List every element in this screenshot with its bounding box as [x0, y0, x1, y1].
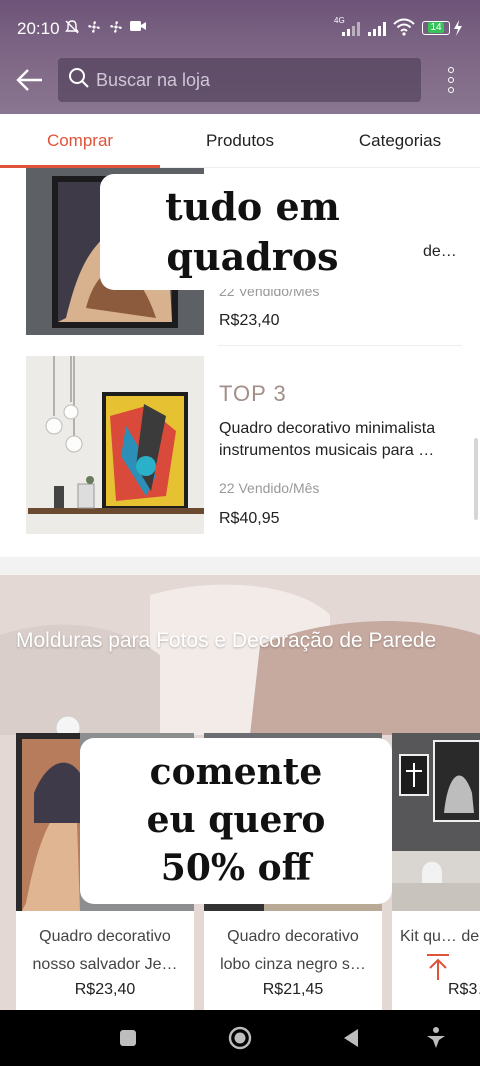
promo-overlay-caption: comente eu quero 50% off — [80, 738, 392, 904]
system-navigation-bar — [0, 1010, 480, 1066]
product-title[interactable]: de… — [423, 241, 457, 263]
battery-level: 14 — [428, 22, 444, 33]
signal-strength-icon — [342, 20, 360, 36]
fan-alt-icon — [108, 19, 124, 39]
scroll-to-top-icon[interactable] — [424, 952, 452, 982]
search-icon — [68, 67, 90, 94]
product-image[interactable] — [26, 356, 204, 534]
tab-categorias[interactable]: Categorias — [320, 114, 480, 168]
battery-indicator: 14 — [422, 21, 450, 35]
video-camera-icon — [129, 19, 147, 37]
collection-item-title: Quadro decorativo lobo cinza negro s… — [220, 928, 366, 973]
list-divider — [218, 345, 462, 346]
scrollbar[interactable] — [474, 438, 478, 520]
charging-bolt-icon — [453, 20, 463, 40]
nav-accessibility-icon[interactable] — [422, 1024, 450, 1052]
promo-overlay-line-2: eu quero — [146, 799, 326, 841]
nav-back-icon[interactable] — [338, 1024, 366, 1052]
notifications-muted-icon — [64, 19, 80, 39]
nav-recents-icon[interactable] — [114, 1024, 142, 1052]
section-gap — [0, 557, 480, 575]
more-vert-icon[interactable] — [440, 64, 462, 96]
status-bar: 20:10 4G 14 — [0, 0, 480, 56]
promo-overlay-caption: tudo em quadros — [100, 174, 405, 290]
tab-comprar[interactable]: Comprar — [0, 114, 160, 168]
product-title[interactable]: Quadro decorativo minimalista instrument… — [219, 418, 459, 462]
search-input[interactable]: Buscar na loja — [58, 58, 421, 102]
collection-item-price: R$23,40 — [74, 981, 136, 998]
collection-item-title: Kit qu… de… tivo — [400, 928, 480, 945]
product-price: R$23,40 — [219, 312, 280, 329]
nav-home-icon[interactable] — [226, 1024, 254, 1052]
signal-strength-2-icon — [368, 20, 386, 36]
back-arrow-icon[interactable] — [14, 64, 46, 96]
collection-item-title: Quadro decorativo nosso salvador Je… — [32, 928, 178, 973]
collection-title: Molduras para Fotos e Decoração de Pared… — [16, 629, 437, 652]
tab-produtos[interactable]: Produtos — [160, 114, 320, 168]
collection-item-price: R$3… — [448, 981, 480, 998]
wifi-icon — [393, 18, 415, 40]
product-price: R$40,95 — [219, 510, 280, 527]
promo-overlay-line-3: 50% off — [160, 847, 312, 889]
promo-overlay-line-1: comente — [149, 751, 323, 793]
top-rank-badge: TOP 3 — [219, 381, 287, 406]
promo-overlay-line-2: quadros — [166, 234, 339, 279]
product-sold-count: 22 Vendido/Mês — [219, 480, 320, 496]
search-placeholder: Buscar na loja — [96, 69, 211, 90]
status-time: 20:10 — [17, 19, 60, 38]
collection-item-price: R$21,45 — [262, 981, 324, 998]
promo-overlay-line-1: tudo em — [165, 184, 340, 229]
fan-icon — [86, 19, 102, 39]
store-tabs: Comprar Produtos Categorias — [0, 114, 480, 168]
product-image — [392, 733, 480, 911]
